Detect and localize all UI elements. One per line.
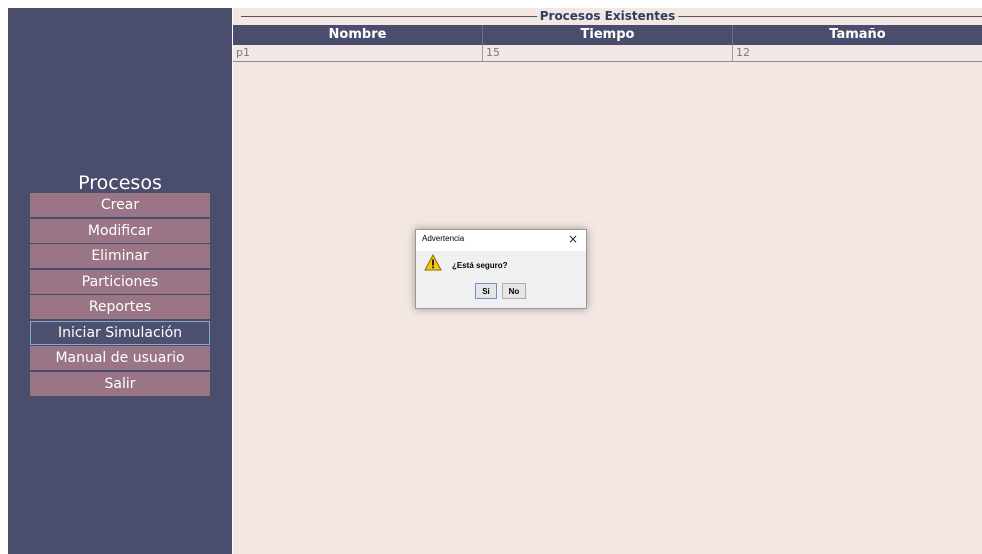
no-button[interactable]: No <box>502 283 526 299</box>
column-header-nombre[interactable]: Nombre <box>233 25 483 45</box>
cell-tamano[interactable]: 12 <box>733 45 982 61</box>
modificar-button[interactable]: Modificar <box>30 218 210 243</box>
processes-table: Nombre Tiempo Tamaño p1 15 12 <box>233 25 982 62</box>
table-header: Nombre Tiempo Tamaño <box>233 25 982 45</box>
group-title: Procesos Existentes <box>536 8 679 24</box>
dialog-titlebar[interactable]: Advertencia × <box>416 230 586 251</box>
salir-button[interactable]: Salir <box>30 371 210 396</box>
yes-button[interactable]: Si <box>475 283 497 299</box>
dialog-message: ¿Está seguro? <box>452 261 508 270</box>
dialog-title: Advertencia <box>422 234 465 243</box>
close-icon[interactable]: × <box>568 232 578 246</box>
sidebar: Procesos Crear Modificar Eliminar Partic… <box>8 8 232 554</box>
eliminar-button[interactable]: Eliminar <box>30 244 210 268</box>
menu: Crear Modificar Eliminar Particiones Rep… <box>30 193 210 397</box>
cell-nombre[interactable]: p1 <box>233 45 483 61</box>
cell-tiempo[interactable]: 15 <box>483 45 733 61</box>
table-row[interactable]: p1 15 12 <box>233 45 982 62</box>
warning-icon <box>424 254 442 271</box>
crear-button[interactable]: Crear <box>30 193 210 217</box>
reportes-button[interactable]: Reportes <box>30 295 210 319</box>
particiones-button[interactable]: Particiones <box>30 269 210 294</box>
iniciar-simulacion-button[interactable]: Iniciar Simulación <box>30 320 210 345</box>
manual-usuario-button[interactable]: Manual de usuario <box>30 346 210 370</box>
confirm-dialog: Advertencia × ¿Está seguro? Si No <box>415 229 587 309</box>
sidebar-title: Procesos <box>78 172 162 194</box>
column-header-tiempo[interactable]: Tiempo <box>483 25 733 45</box>
main-panel: Procesos Existentes Nombre Tiempo Tamaño… <box>233 8 982 554</box>
column-header-tamano[interactable]: Tamaño <box>733 25 982 45</box>
